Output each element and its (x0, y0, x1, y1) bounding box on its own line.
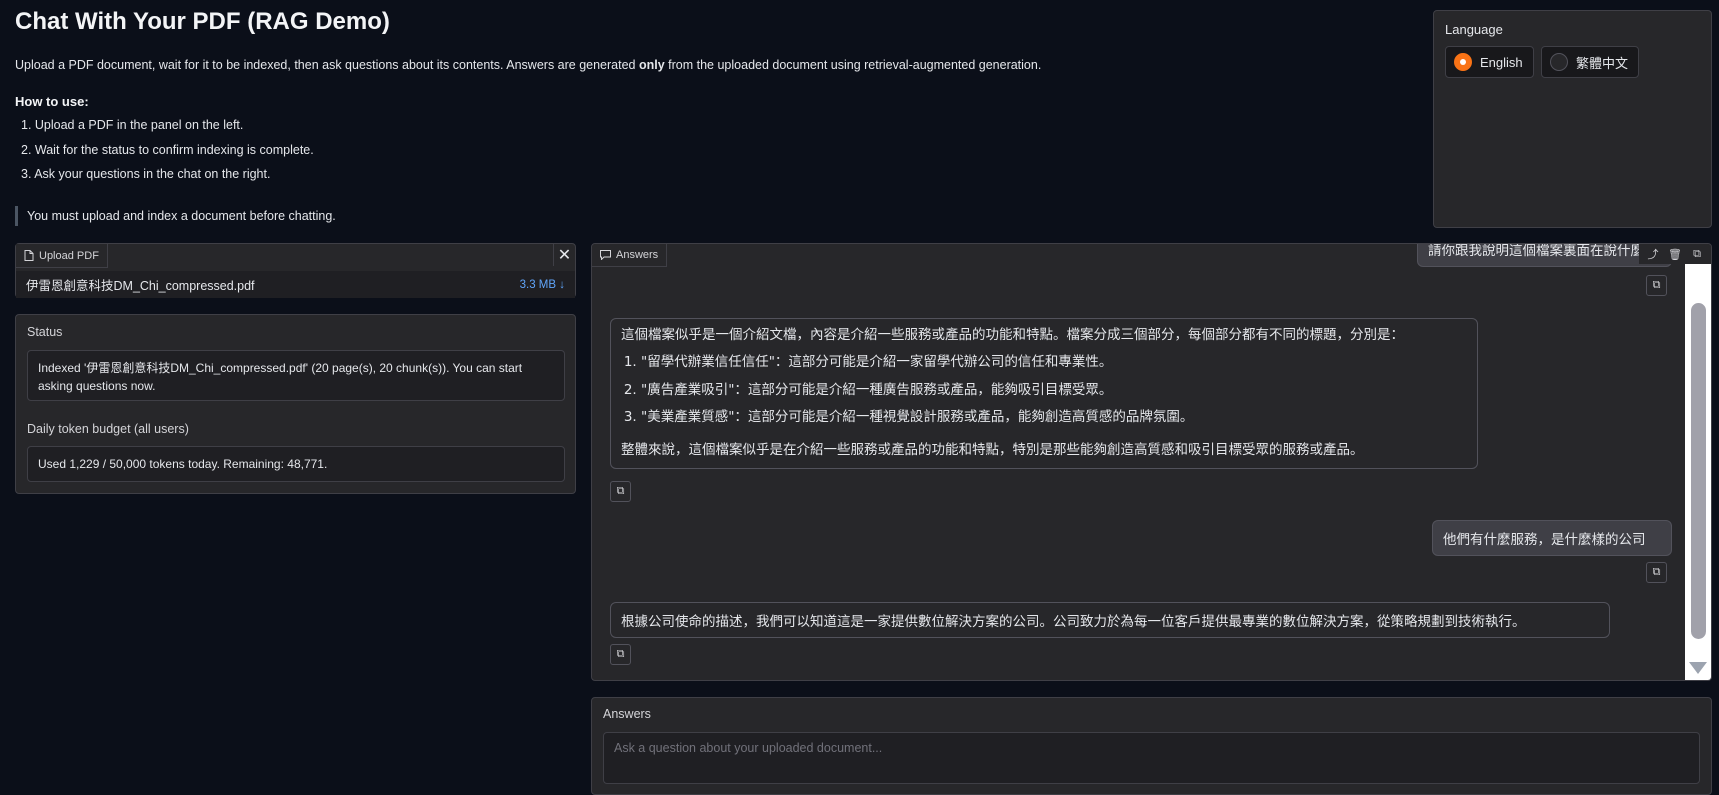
copy-all-icon[interactable]: ⧉ (1689, 248, 1705, 261)
copy-icon: ⧉ (616, 648, 625, 660)
copy-icon: ⧉ (1652, 566, 1661, 578)
question-input[interactable] (603, 732, 1700, 784)
bot-message: 根據公司使命的描述，我們可以知道這是一家提供數位解決方案的公司。公司致力於為每一… (610, 602, 1610, 638)
intro-text: Upload a PDF document, wait for it to be… (15, 58, 1041, 72)
intro-text-end: from the uploaded document using retriev… (664, 58, 1042, 72)
upload-tab-label: Upload PDF (39, 249, 99, 262)
language-panel: Language English 繁體中文 (1433, 10, 1712, 228)
radio-checked-icon (1454, 53, 1472, 71)
bot-message-summary: 整體來說，這個檔案似乎是在介紹一些服務或產品的功能和特點，特別是那些能夠創造高質… (621, 441, 1364, 458)
bot-message-list: "留學代辦業信任信任"：這部分可能是介紹一家留學代辦公司的信任和專業性。 "廣告… (621, 349, 1467, 432)
radio-unchecked-icon (1550, 53, 1568, 71)
intro-text-bold: only (638, 58, 665, 72)
bot-message-intro: 這個檔案似乎是一個介紹文檔，內容是介紹一些服務或產品的功能和特點。檔案分成三個部… (621, 327, 1404, 343)
status-label: Status (27, 325, 63, 339)
token-budget-text: Used 1,229 / 50,000 tokens today. Remain… (27, 446, 565, 482)
share-icon[interactable]: ⤴ (1645, 246, 1661, 262)
bot-message-list-item: "廣告產業吸引"：這部分可能是介紹一種廣告服務或產品，能夠吸引目標受眾。 (641, 377, 1467, 405)
user-message: 他們有什麼服務，是什麼樣的公司 (1432, 520, 1672, 556)
chat-tab-label: Answers (616, 249, 659, 261)
chat-messages[interactable]: 請你跟我說明這個檔案裏面在說什麼 ⧉ 這個檔案似乎是一個介紹文檔，內容是介紹一些… (592, 244, 1685, 680)
token-budget-label: Daily token budget (all users) (27, 422, 189, 436)
user-message-text: 請你跟我說明這個檔案裏面在說什麼 (1428, 243, 1644, 259)
question-label: Answers (603, 707, 651, 721)
chat-scrollbar[interactable] (1685, 263, 1711, 680)
file-name: 伊雷恩創意科技DM_Chi_compressed.pdf (26, 279, 255, 293)
bot-message-list-item: "美業產業質感"：這部分可能是介紹一種視覺設計服務或產品，能夠創造高質感的品牌氛… (641, 404, 1467, 432)
copy-button[interactable]: ⧉ (1646, 275, 1667, 296)
bot-message-text: 根據公司使命的描述，我們可以知道這是一家提供數位解決方案的公司。公司致力於為每一… (621, 614, 1526, 630)
close-icon: ✕ (557, 247, 572, 264)
clear-file-button[interactable]: ✕ (553, 244, 575, 266)
chat-toolbar: ⤴ 🗑 ⧉ (1639, 244, 1711, 264)
user-message: 請你跟我說明這個檔案裏面在說什麼 (1417, 243, 1672, 267)
copy-icon: ⧉ (616, 485, 625, 497)
scrollbar-thumb[interactable] (1691, 303, 1706, 639)
copy-button[interactable]: ⧉ (610, 481, 631, 502)
bot-message-list-item: "留學代辦業信任信任"：這部分可能是介紹一家留學代辦公司的信任和專業性。 (641, 349, 1467, 377)
copy-icon: ⧉ (1652, 279, 1661, 291)
question-panel: Answers (591, 697, 1712, 795)
chat-panel: Answers 請你跟我說明這個檔案裏面在說什麼 ⧉ 這個檔案似乎是一個介紹文檔… (591, 243, 1712, 681)
language-option-english[interactable]: English (1445, 46, 1534, 78)
language-option-label: 繁體中文 (1576, 55, 1629, 71)
language-option-chinese[interactable]: 繁體中文 (1541, 46, 1640, 78)
status-panel: Status Indexed '伊雷恩創意科技DM_Chi_compressed… (15, 314, 576, 494)
uploaded-file-row: 伊雷恩創意科技DM_Chi_compressed.pdf 3.3 MB ↓ (16, 271, 575, 298)
trash-icon[interactable]: 🗑 (1667, 248, 1683, 261)
chat-tab: Answers (592, 244, 668, 267)
language-label: Language (1445, 22, 1503, 37)
user-message-text: 他們有什麼服務，是什麼樣的公司 (1443, 532, 1646, 548)
page-title: Chat With Your PDF (RAG Demo) (15, 8, 390, 35)
intro-text-start: Upload a PDF document, wait for it to be… (15, 58, 639, 72)
step-item: 1. Upload a PDF in the panel on the left… (21, 118, 244, 132)
file-icon (24, 250, 34, 261)
language-option-label: English (1480, 54, 1523, 70)
howto-title: How to use: (15, 94, 89, 109)
upload-required-note: You must upload and index a document bef… (15, 206, 336, 226)
step-item: 2. Wait for the status to confirm indexi… (21, 142, 314, 157)
upload-tab: Upload PDF (16, 244, 108, 268)
copy-button[interactable]: ⧉ (610, 644, 631, 665)
scroll-down-icon[interactable] (1689, 662, 1707, 674)
file-download-link[interactable]: 3.3 MB ↓ (520, 279, 565, 291)
step-item: 3. Ask your questions in the chat on the… (21, 167, 271, 181)
upload-panel: Upload PDF ✕ 伊雷恩創意科技DM_Chi_compressed.pd… (15, 243, 576, 298)
chat-icon (600, 250, 611, 260)
bot-message: 這個檔案似乎是一個介紹文檔，內容是介紹一些服務或產品的功能和特點。檔案分成三個部… (610, 318, 1478, 469)
steps-list: 1. Upload a PDF in the panel on the left… (21, 118, 314, 192)
status-text: Indexed '伊雷恩創意科技DM_Chi_compressed.pdf' (… (27, 350, 565, 401)
copy-button[interactable]: ⧉ (1646, 562, 1667, 583)
